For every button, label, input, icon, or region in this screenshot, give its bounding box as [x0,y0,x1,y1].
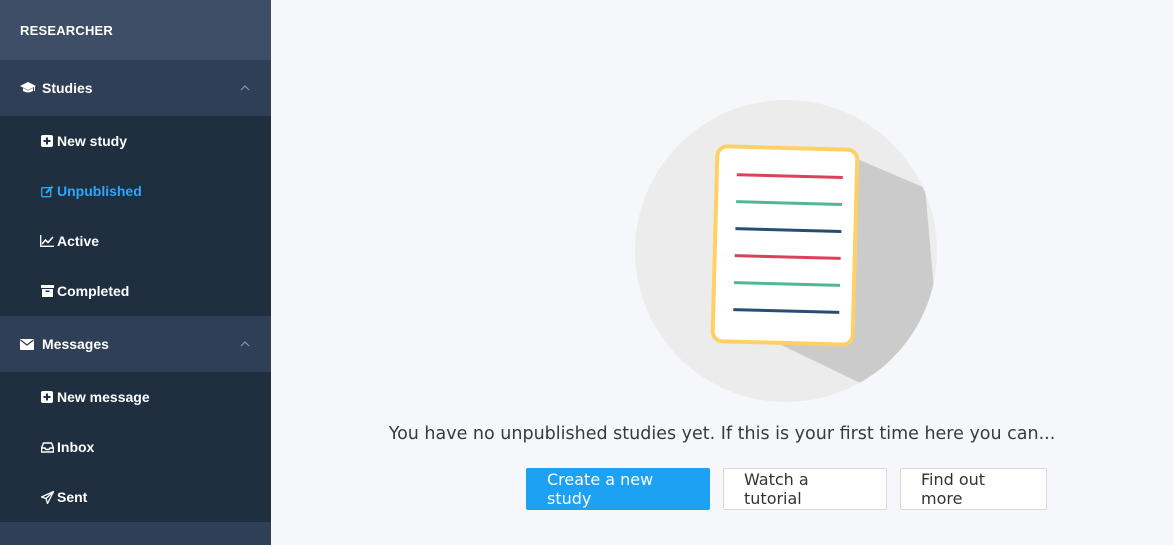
studies-items: New study Unpublished Active Completed [0,116,271,316]
sidebar-item-new-message[interactable]: New message [0,372,271,422]
inbox-icon [40,440,54,454]
plus-square-icon [40,390,54,404]
find-out-more-button[interactable]: Find out more [900,468,1047,510]
sidebar-section-label: Studies [42,80,93,96]
sidebar-item-completed[interactable]: Completed [0,266,271,316]
edit-icon [40,184,54,198]
sidebar-item-label: Sent [57,489,88,505]
archive-icon [40,284,54,298]
plus-square-icon [40,134,54,148]
paper-plane-icon [40,490,54,504]
sidebar-item-active[interactable]: Active [0,216,271,266]
graduation-cap-icon [20,82,38,94]
sidebar-item-label: Inbox [57,439,95,455]
envelope-icon [20,338,38,350]
sidebar-item-unpublished[interactable]: Unpublished [0,166,271,216]
sidebar-item-label: New message [57,389,150,405]
messages-items: New message Inbox Sent [0,372,271,522]
empty-document-illustration [635,100,937,402]
sidebar: RESEARCHER Studies New study Unpublished [0,0,271,545]
sidebar-section-label: Messages [42,336,109,352]
sidebar-next-section [0,522,271,545]
line-chart-icon [40,234,54,248]
empty-state-actions: Create a new study Watch a tutorial Find… [526,468,1047,510]
empty-state-message: You have no unpublished studies yet. If … [388,424,1056,444]
chevron-up-icon[interactable] [239,82,251,94]
sidebar-section-messages[interactable]: Messages [0,316,271,372]
sidebar-item-new-study[interactable]: New study [0,116,271,166]
sidebar-item-label: Unpublished [57,183,142,199]
brand-title: RESEARCHER [0,0,271,60]
sidebar-item-label: Completed [57,283,130,299]
sidebar-item-inbox[interactable]: Inbox [0,422,271,472]
create-study-button[interactable]: Create a new study [526,468,710,510]
sidebar-section-studies[interactable]: Studies [0,60,271,116]
chevron-up-icon[interactable] [239,338,251,350]
sidebar-item-label: Active [57,233,100,249]
main-content: You have no unpublished studies yet. If … [271,0,1173,545]
sidebar-item-sent[interactable]: Sent [0,472,271,522]
watch-tutorial-button[interactable]: Watch a tutorial [723,468,887,510]
sidebar-item-label: New study [57,133,128,149]
